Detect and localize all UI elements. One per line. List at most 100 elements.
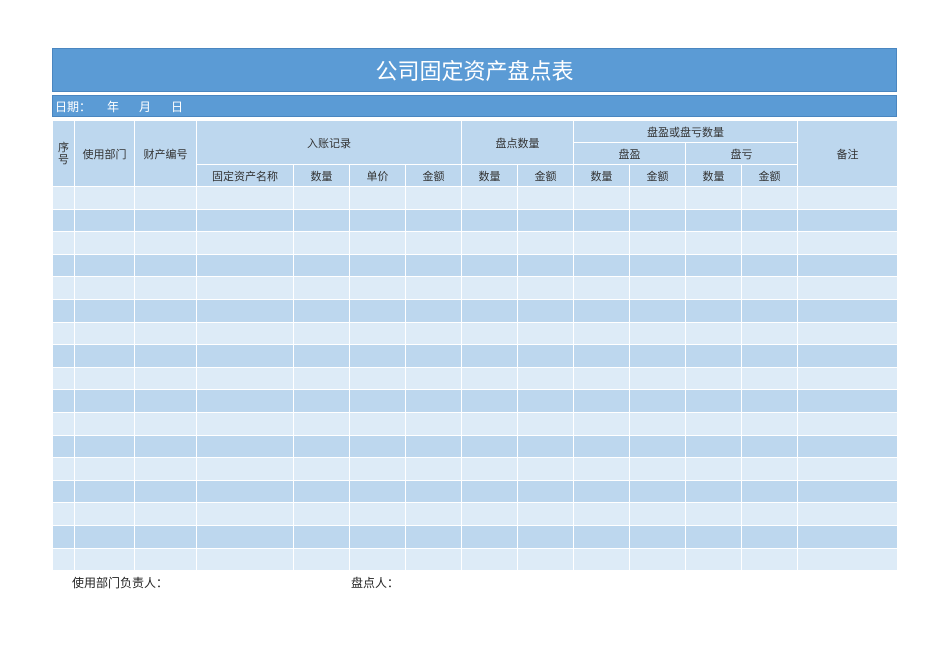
table-cell[interactable] [349, 231, 406, 255]
table-cell[interactable] [517, 186, 574, 210]
table-cell[interactable] [196, 208, 294, 233]
table-cell[interactable] [685, 457, 742, 481]
table-cell[interactable] [52, 253, 75, 278]
table-cell[interactable] [797, 321, 898, 346]
table-cell[interactable] [293, 276, 350, 300]
table-cell[interactable] [52, 502, 75, 526]
table-cell[interactable] [629, 366, 686, 391]
table-cell[interactable] [629, 231, 686, 255]
table-cell[interactable] [685, 411, 742, 436]
table-cell[interactable] [74, 344, 135, 368]
table-cell[interactable] [196, 411, 294, 436]
table-cell[interactable] [685, 502, 742, 526]
table-cell[interactable] [461, 276, 518, 300]
table-cell[interactable] [52, 457, 75, 481]
table-cell[interactable] [461, 253, 518, 278]
table-cell[interactable] [573, 321, 630, 346]
table-cell[interactable] [461, 208, 518, 233]
table-cell[interactable] [405, 231, 462, 255]
table-cell[interactable] [293, 298, 350, 323]
table-cell[interactable] [797, 231, 898, 255]
table-cell[interactable] [293, 208, 350, 233]
table-cell[interactable] [741, 208, 798, 233]
table-cell[interactable] [573, 434, 630, 459]
table-cell[interactable] [405, 253, 462, 278]
table-cell[interactable] [52, 298, 75, 323]
table-cell[interactable] [741, 344, 798, 368]
table-cell[interactable] [517, 276, 574, 300]
table-cell[interactable] [517, 502, 574, 526]
table-cell[interactable] [74, 389, 135, 413]
table-cell[interactable] [349, 186, 406, 210]
table-cell[interactable] [134, 298, 197, 323]
table-cell[interactable] [52, 276, 75, 300]
table-cell[interactable] [685, 208, 742, 233]
table-cell[interactable] [573, 524, 630, 549]
table-cell[interactable] [573, 231, 630, 255]
table-cell[interactable] [741, 321, 798, 346]
table-cell[interactable] [629, 276, 686, 300]
table-cell[interactable] [685, 321, 742, 346]
table-cell[interactable] [797, 502, 898, 526]
table-cell[interactable] [74, 524, 135, 549]
table-cell[interactable] [629, 208, 686, 233]
table-cell[interactable] [741, 479, 798, 504]
table-cell[interactable] [196, 479, 294, 504]
table-cell[interactable] [573, 366, 630, 391]
table-cell[interactable] [573, 457, 630, 481]
table-cell[interactable] [349, 389, 406, 413]
table-cell[interactable] [74, 186, 135, 210]
table-cell[interactable] [134, 411, 197, 436]
table-cell[interactable] [52, 186, 75, 210]
table-cell[interactable] [74, 547, 135, 572]
table-cell[interactable] [293, 366, 350, 391]
table-cell[interactable] [573, 502, 630, 526]
table-cell[interactable] [405, 298, 462, 323]
table-cell[interactable] [461, 457, 518, 481]
table-cell[interactable] [797, 524, 898, 549]
table-cell[interactable] [196, 457, 294, 481]
table-cell[interactable] [629, 502, 686, 526]
table-cell[interactable] [405, 344, 462, 368]
table-cell[interactable] [405, 524, 462, 549]
table-cell[interactable] [629, 479, 686, 504]
table-cell[interactable] [461, 434, 518, 459]
table-cell[interactable] [405, 411, 462, 436]
table-cell[interactable] [74, 479, 135, 504]
table-cell[interactable] [741, 547, 798, 572]
table-cell[interactable] [517, 231, 574, 255]
table-cell[interactable] [196, 524, 294, 549]
table-cell[interactable] [196, 434, 294, 459]
table-cell[interactable] [74, 208, 135, 233]
table-cell[interactable] [196, 502, 294, 526]
table-cell[interactable] [349, 276, 406, 300]
table-cell[interactable] [461, 186, 518, 210]
table-cell[interactable] [797, 547, 898, 572]
table-cell[interactable] [685, 366, 742, 391]
table-cell[interactable] [797, 411, 898, 436]
table-cell[interactable] [517, 298, 574, 323]
table-cell[interactable] [741, 502, 798, 526]
table-cell[interactable] [797, 389, 898, 413]
table-cell[interactable] [293, 524, 350, 549]
table-cell[interactable] [573, 208, 630, 233]
table-cell[interactable] [405, 208, 462, 233]
table-cell[interactable] [293, 389, 350, 413]
table-cell[interactable] [293, 231, 350, 255]
table-cell[interactable] [741, 186, 798, 210]
table-cell[interactable] [517, 524, 574, 549]
table-cell[interactable] [134, 231, 197, 255]
table-cell[interactable] [349, 457, 406, 481]
table-cell[interactable] [741, 231, 798, 255]
table-cell[interactable] [349, 298, 406, 323]
table-cell[interactable] [517, 208, 574, 233]
table-cell[interactable] [573, 186, 630, 210]
table-cell[interactable] [293, 457, 350, 481]
table-cell[interactable] [517, 389, 574, 413]
table-cell[interactable] [797, 479, 898, 504]
table-cell[interactable] [74, 321, 135, 346]
table-cell[interactable] [461, 231, 518, 255]
table-cell[interactable] [196, 344, 294, 368]
table-cell[interactable] [573, 253, 630, 278]
table-cell[interactable] [741, 253, 798, 278]
